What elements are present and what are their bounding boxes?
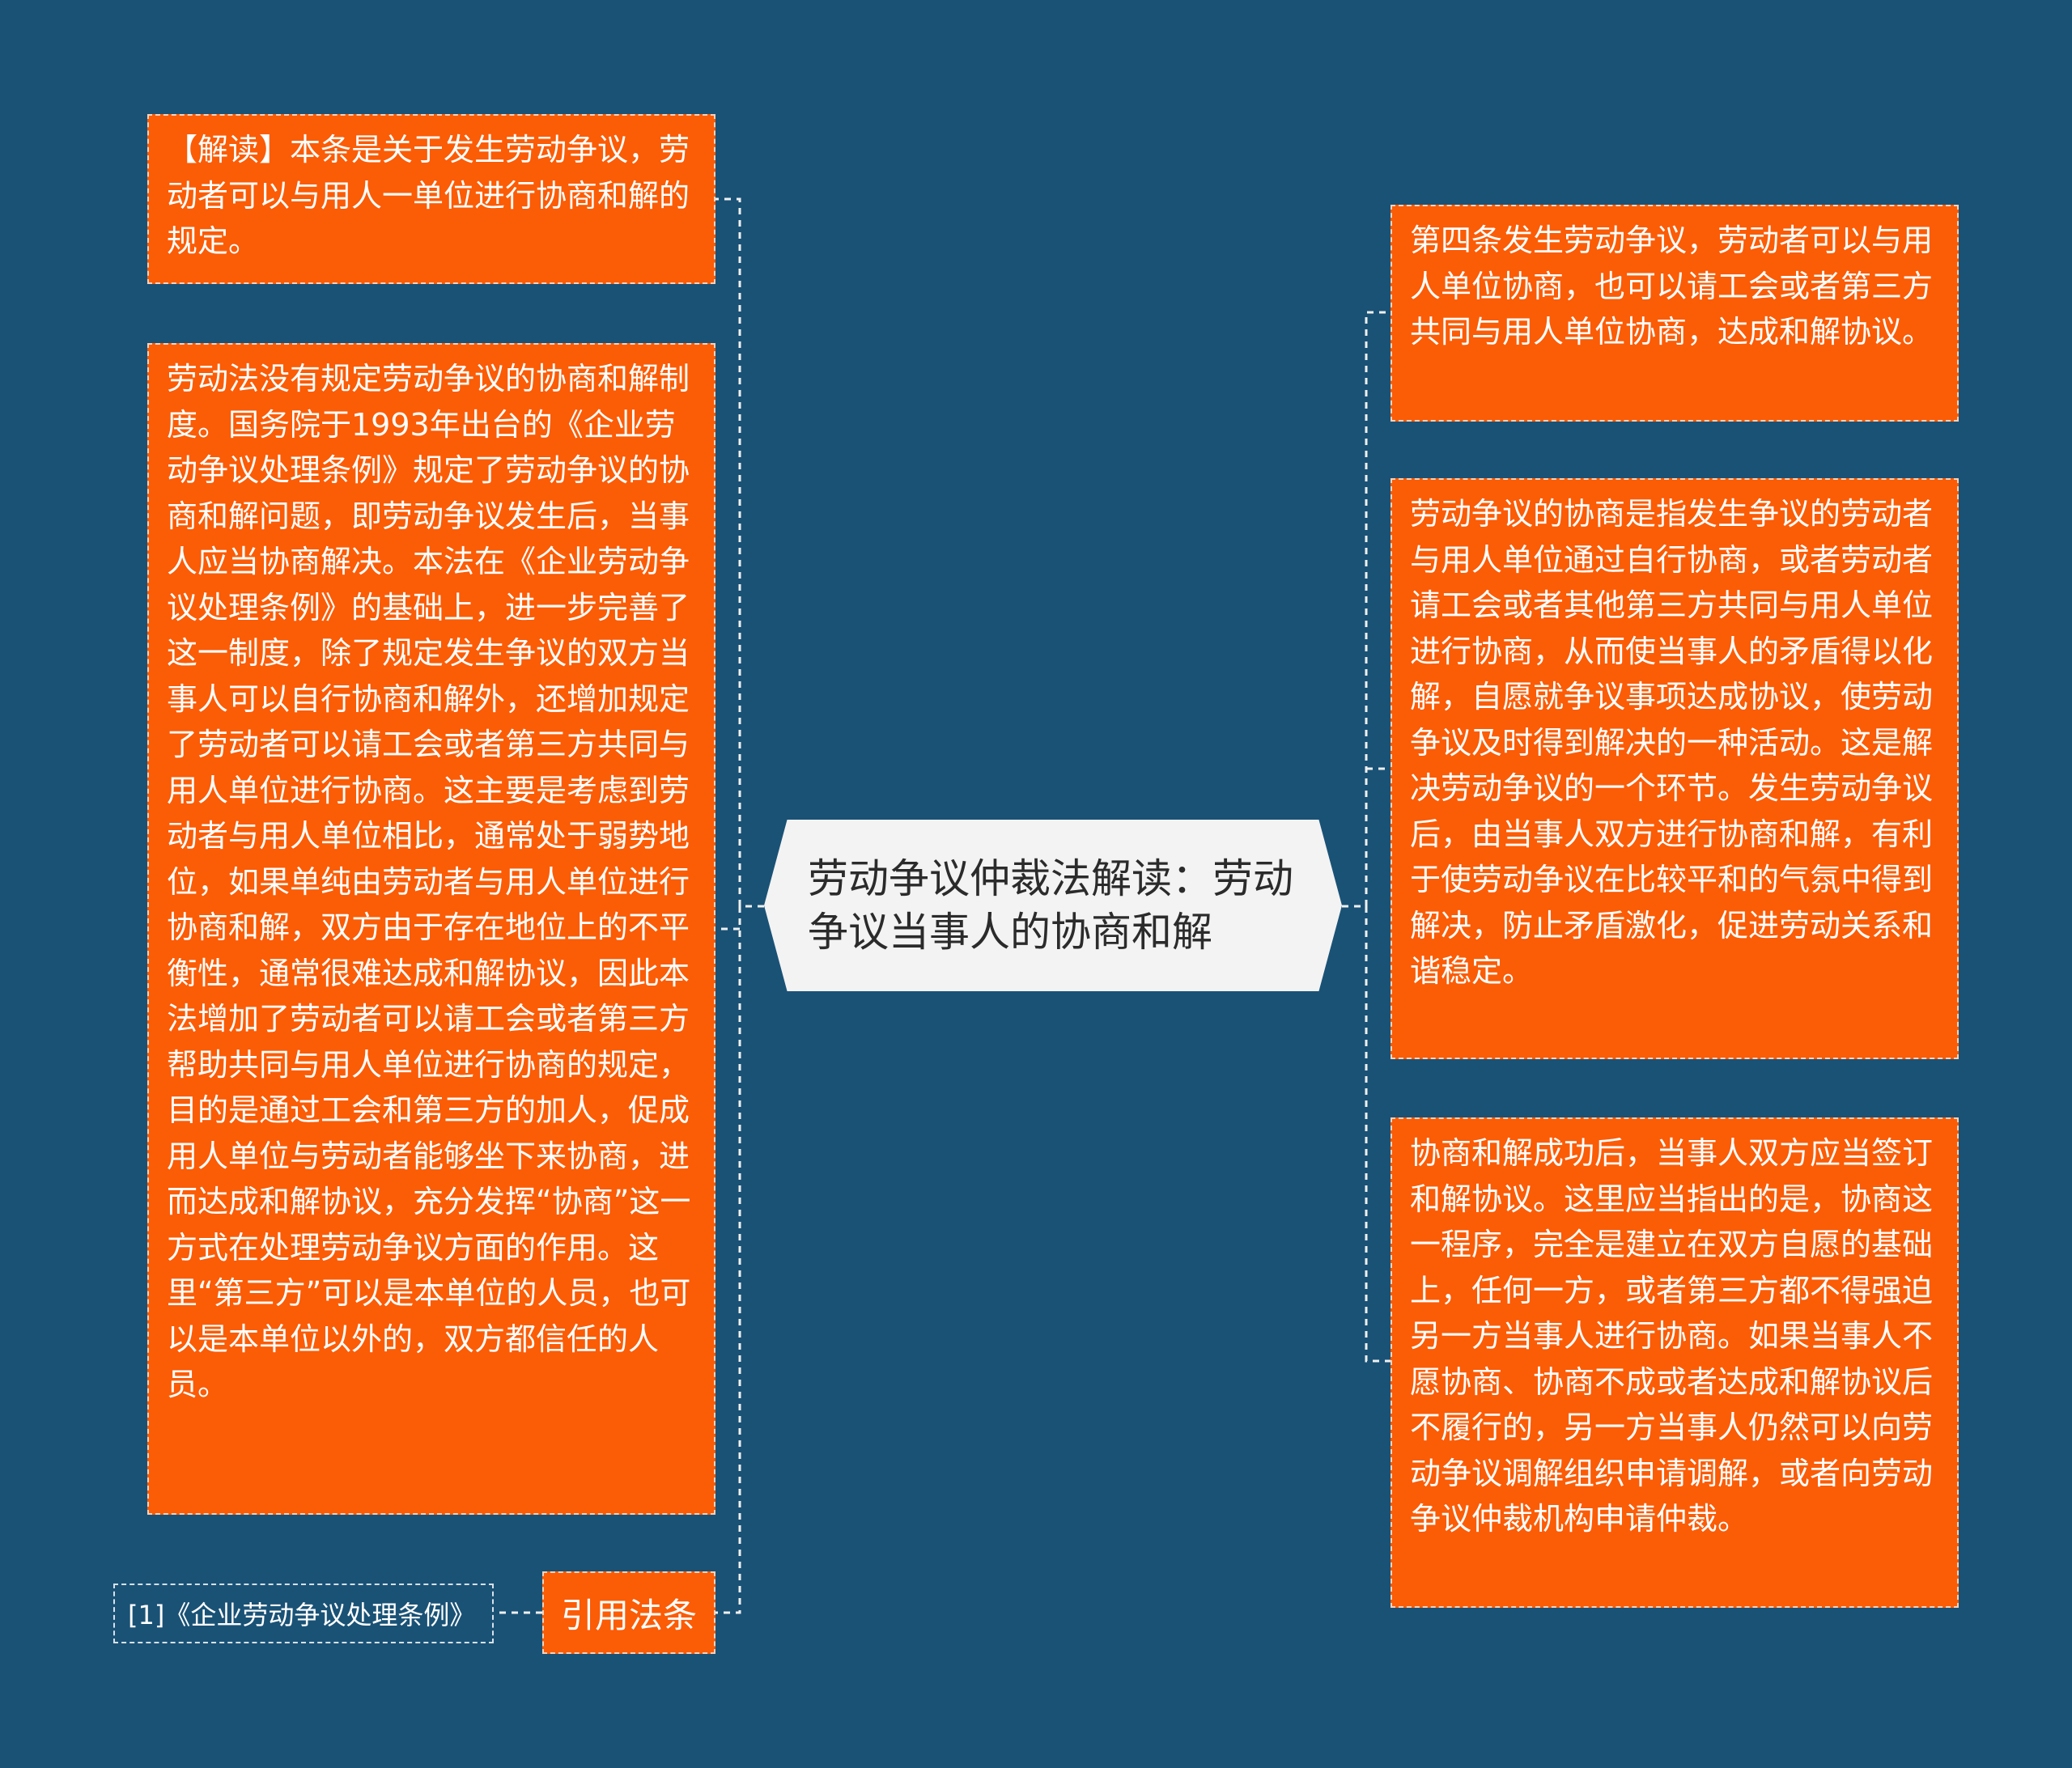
definition-node[interactable]: 劳动争议的协商是指发生争议的劳动者与用人单位通过自行协商，或者劳动者请工会或者其… (1391, 478, 1959, 1059)
center-title: 劳动争议仲裁法解读：劳动争议当事人的协商和解 (808, 855, 1293, 956)
reference-node[interactable]: [1]《企业劳动争议处理条例》 (113, 1584, 494, 1643)
center-topic[interactable]: 劳动争议仲裁法解读：劳动争议当事人的协商和解 (764, 820, 1342, 991)
detail-node[interactable]: 劳动法没有规定劳动争议的协商和解制度。国务院于1993年出台的《企业劳动争议处理… (147, 343, 715, 1515)
article-node[interactable]: 第四条发生劳动争议，劳动者可以与用人单位协商，也可以请工会或者第三方共同与用人单… (1391, 205, 1959, 422)
agreement-node[interactable]: 协商和解成功后，当事人双方应当签订和解协议。这里应当指出的是，协商这一程序，完全… (1391, 1117, 1959, 1608)
cite-law-node[interactable]: 引用法条 (542, 1571, 715, 1654)
interpretation-node[interactable]: 【解读】本条是关于发生劳动争议，劳动者可以与用人一单位进行协商和解的规定。 (147, 114, 715, 284)
